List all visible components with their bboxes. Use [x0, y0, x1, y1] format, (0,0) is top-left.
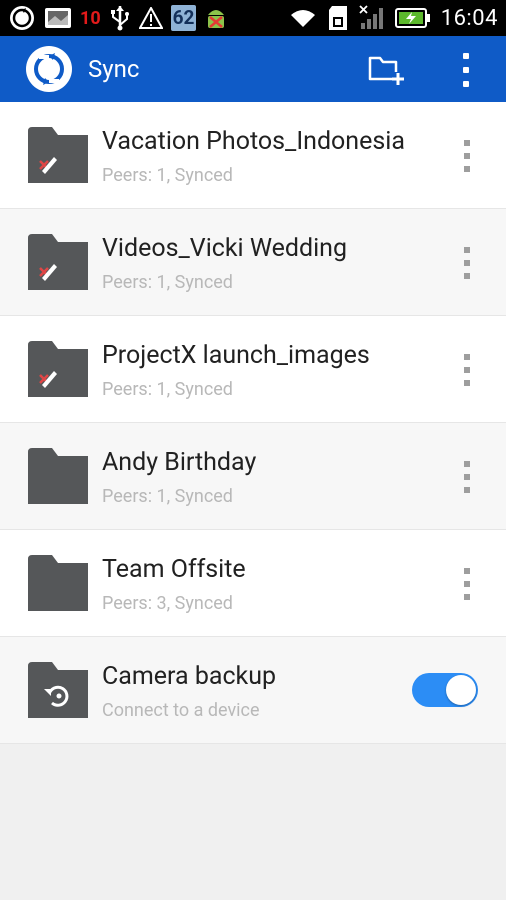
- folder-name: Team Offsite: [102, 555, 246, 584]
- overflow-menu-button[interactable]: [456, 53, 476, 87]
- folder-row[interactable]: Vacation Photos_Indonesia Peers: 1, Sync…: [0, 102, 506, 209]
- wifi-icon: [289, 7, 317, 29]
- readonly-folder-icon: [28, 127, 88, 183]
- folder-name: Videos_Vicki Wedding: [102, 234, 348, 263]
- folder-menu-button[interactable]: [460, 461, 474, 493]
- battery-charging-icon: [394, 7, 431, 29]
- folder-name: Andy Birthday: [102, 448, 257, 477]
- folder-status: Peers: 1, Synced: [102, 379, 233, 400]
- folder-status: Peers: 1, Synced: [102, 165, 233, 186]
- add-folder-icon: [368, 56, 404, 87]
- app-title: Sync: [88, 55, 140, 83]
- sync-logo-icon[interactable]: [26, 46, 72, 92]
- folder-status: Peers: 1, Synced: [102, 486, 233, 507]
- folder-menu-button[interactable]: [460, 568, 474, 600]
- camera-backup-title: Camera backup: [102, 662, 277, 691]
- folder-icon: [28, 448, 88, 504]
- folder-row[interactable]: ProjectX launch_images Peers: 1, Synced: [0, 316, 506, 423]
- folder-list: Vacation Photos_Indonesia Peers: 1, Sync…: [0, 102, 506, 744]
- camera-backup-subtitle: Connect to a device: [102, 700, 260, 721]
- camera-backup-row[interactable]: Camera backup Connect to a device: [0, 637, 506, 744]
- gallery-icon: [44, 6, 72, 30]
- readonly-folder-icon: [28, 341, 88, 397]
- clock: 16:04: [440, 5, 498, 31]
- folder-menu-button[interactable]: [460, 354, 474, 386]
- folder-name: Vacation Photos_Indonesia: [102, 127, 405, 156]
- signal-icon: [359, 5, 385, 31]
- folder-row[interactable]: Andy Birthday Peers: 1, Synced: [0, 423, 506, 530]
- usb-icon: [109, 5, 131, 31]
- battery-level-badge: 62: [170, 5, 197, 31]
- folder-name: ProjectX launch_images: [102, 341, 370, 370]
- app-bar: Sync: [0, 36, 506, 102]
- android-debug-icon: [204, 5, 228, 31]
- camera-backup-toggle[interactable]: [412, 673, 478, 707]
- sd-card-icon: [327, 5, 349, 31]
- folder-status: Peers: 3, Synced: [102, 593, 233, 614]
- folder-icon: [28, 555, 88, 611]
- readonly-folder-icon: [28, 234, 88, 290]
- sync-status-icon: [8, 4, 36, 32]
- folder-menu-button[interactable]: [460, 140, 474, 172]
- add-folder-button[interactable]: [368, 53, 404, 87]
- toggle-knob: [446, 675, 476, 705]
- status-bar: 10 62 16:04: [0, 0, 506, 36]
- folder-menu-button[interactable]: [460, 247, 474, 279]
- folder-status: Peers: 1, Synced: [102, 272, 233, 293]
- notification-count: 10: [80, 7, 101, 29]
- folder-row[interactable]: Videos_Vicki Wedding Peers: 1, Synced: [0, 209, 506, 316]
- folder-row[interactable]: Team Offsite Peers: 3, Synced: [0, 530, 506, 637]
- warning-icon: [138, 7, 163, 29]
- camera-backup-folder-icon: [28, 662, 88, 718]
